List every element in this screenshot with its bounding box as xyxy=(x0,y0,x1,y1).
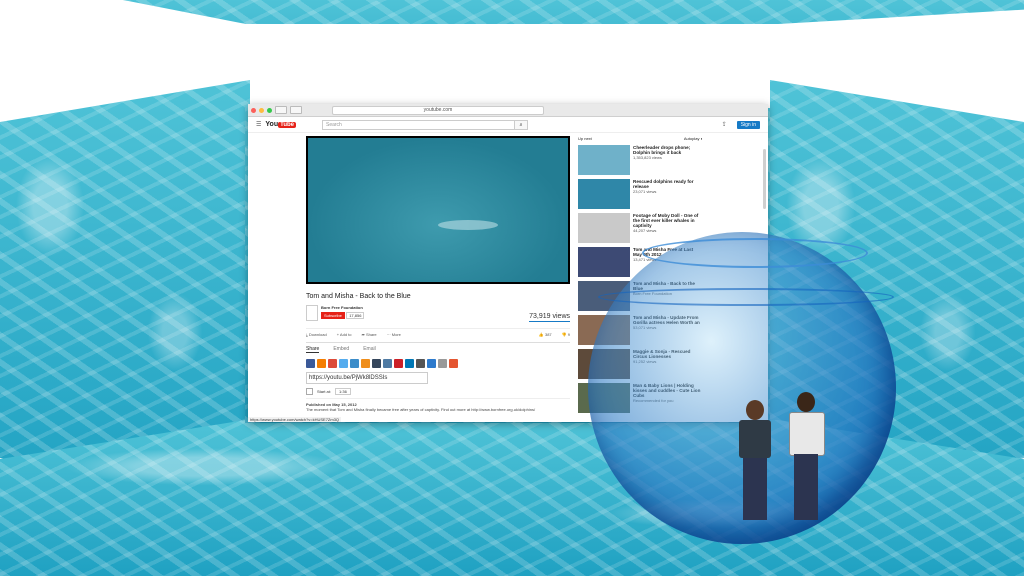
up-next-meta: 23,071 views xyxy=(633,189,657,194)
twitter-icon[interactable] xyxy=(339,359,348,368)
tumblr-icon[interactable] xyxy=(372,359,381,368)
view-count: 73,919 views xyxy=(529,313,570,322)
sign-in-button[interactable]: Sign in xyxy=(736,120,760,129)
autoplay-toggle[interactable]: Autoplay ◐ xyxy=(684,136,703,141)
description-text: The moment that Tom and Misha finally be… xyxy=(306,407,536,412)
fishbowl-rim xyxy=(642,238,868,268)
channel-name[interactable]: Born Free Foundation xyxy=(321,305,364,310)
stumble-icon[interactable] xyxy=(449,359,458,368)
dolphin-image xyxy=(438,220,498,230)
video-thumbnail[interactable] xyxy=(578,179,630,209)
channel-avatar[interactable] xyxy=(306,305,318,321)
odnoklassniki-icon[interactable] xyxy=(361,359,370,368)
up-next-title[interactable]: Footage of Moby Doll - One of the first … xyxy=(633,213,703,228)
upload-icon[interactable]: ⇪ xyxy=(722,121,727,128)
tab-email[interactable]: Email xyxy=(363,346,376,353)
subscribe-button[interactable]: Subscribe xyxy=(321,312,345,319)
download-button[interactable]: ⤓ Download xyxy=(306,332,327,337)
mixi-icon[interactable] xyxy=(416,359,425,368)
search-icon[interactable]: ⌕ xyxy=(514,119,528,130)
digg-icon[interactable] xyxy=(427,359,436,368)
google-plus-icon[interactable] xyxy=(328,359,337,368)
person-left xyxy=(736,400,774,528)
stumbleupon-icon[interactable] xyxy=(438,359,447,368)
pinterest-icon[interactable] xyxy=(394,359,403,368)
youtube-header: ☰ You Tube Search ⌕ ⇪ Sign in xyxy=(248,117,768,133)
start-at-checkbox[interactable] xyxy=(306,388,313,395)
start-at-field[interactable]: 1:36 xyxy=(335,388,351,395)
share-url-field[interactable]: https://youtu.be/PjWk8lDSSIs xyxy=(306,372,428,384)
up-next-item[interactable]: Footage of Moby Doll - One of the first … xyxy=(578,213,703,243)
video-thumbnail[interactable] xyxy=(578,213,630,243)
fishbowl-waterline xyxy=(598,288,894,306)
video-thumbnail[interactable] xyxy=(578,145,630,175)
video-info: Tom and Misha - Back to the Blue Born Fr… xyxy=(306,287,570,395)
more-button[interactable]: ··· More xyxy=(387,332,401,337)
up-next-label: Up next xyxy=(578,136,592,141)
sidebar-toggle-icon[interactable] xyxy=(290,106,302,114)
back-forward-icon[interactable] xyxy=(275,106,287,114)
page-scrollbar[interactable] xyxy=(763,149,766,209)
up-next-meta: 44,207 views xyxy=(633,228,657,233)
minimize-dot-icon[interactable] xyxy=(259,107,264,113)
up-next-title[interactable]: Rescued dolphins ready for release xyxy=(633,179,703,189)
add-to-button[interactable]: + Add to xyxy=(337,332,352,337)
status-bar-url: https://www.youtube.com/watch?v=kHUSE7Zm… xyxy=(248,417,342,422)
up-next-item[interactable]: Cheerleader drops phone; Dolphin brings … xyxy=(578,145,703,175)
subscriber-count: 17,856 xyxy=(346,312,365,319)
start-at-label: Start at: xyxy=(317,389,332,394)
facebook-icon[interactable] xyxy=(306,359,315,368)
youtube-logo[interactable]: You Tube xyxy=(265,121,296,128)
menu-icon[interactable]: ☰ xyxy=(256,121,261,128)
maximize-dot-icon[interactable] xyxy=(267,107,272,113)
up-next-meta: 1,353,823 views xyxy=(633,155,662,160)
social-share-icons xyxy=(306,359,570,368)
dislike-button[interactable]: 👎 9 xyxy=(562,332,570,337)
address-bar[interactable]: youtube.com xyxy=(332,105,544,115)
vk-icon[interactable] xyxy=(383,359,392,368)
reddit-icon[interactable] xyxy=(350,359,359,368)
action-bar: ⤓ Download + Add to ➦ Share ··· More 👍 3… xyxy=(306,328,570,337)
up-next-item[interactable]: Rescued dolphins ready for release 23,071… xyxy=(578,179,703,209)
tab-embed[interactable]: Embed xyxy=(333,346,349,353)
video-player[interactable] xyxy=(306,136,570,284)
browser-titlebar: youtube.com xyxy=(248,104,768,117)
close-dot-icon[interactable] xyxy=(251,107,256,113)
video-description: Published on May 15, 2012 The moment tha… xyxy=(306,398,570,412)
video-frame xyxy=(308,138,568,282)
blogger-icon[interactable] xyxy=(317,359,326,368)
person-right xyxy=(786,392,826,528)
linkedin-icon[interactable] xyxy=(405,359,414,368)
video-thumbnail[interactable] xyxy=(578,247,630,277)
share-button[interactable]: ➦ Share xyxy=(362,332,377,337)
up-next-title[interactable]: Cheerleader drops phone; Dolphin brings … xyxy=(633,145,703,155)
video-title: Tom and Misha - Back to the Blue xyxy=(306,293,411,300)
search-input[interactable]: Search xyxy=(321,119,515,130)
share-panel: Share Embed Email https://youtu.be/PjWk8… xyxy=(306,342,570,395)
like-button[interactable]: 👍 387 xyxy=(539,332,552,337)
tab-share[interactable]: Share xyxy=(306,346,320,353)
